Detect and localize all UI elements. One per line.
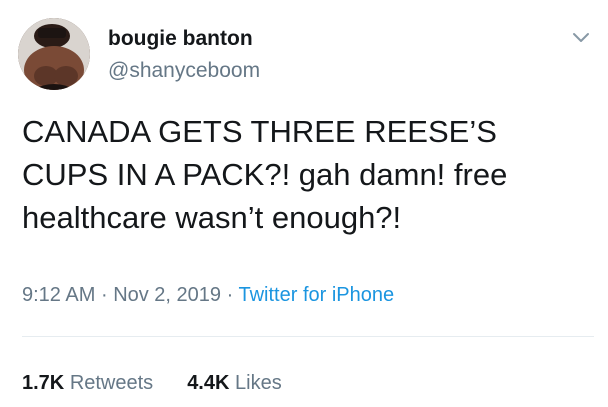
tweet-date[interactable]: Nov 2, 2019: [113, 284, 221, 306]
display-name[interactable]: bougie banton: [108, 26, 253, 52]
divider: [22, 336, 594, 337]
avatar[interactable]: [18, 18, 90, 90]
tweet-text: CANADA GETS THREE REESE’S CUPS IN A PACK…: [22, 114, 508, 235]
likes-label: Likes: [235, 372, 282, 394]
tweet-source-link[interactable]: Twitter for iPhone: [238, 284, 394, 306]
retweets-count: 1.7K: [22, 372, 65, 394]
meta-separator: ·: [100, 284, 108, 306]
tweet-card: bougie banton @shanyceboom CANADA GETS T…: [0, 0, 608, 407]
likes-stat[interactable]: 4.4K Likes: [187, 372, 282, 394]
tweet-stats: 1.7K Retweets 4.4K Likes: [22, 370, 282, 396]
avatar-photo: [18, 18, 90, 90]
user-handle[interactable]: @shanyceboom: [108, 58, 260, 84]
meta-separator: ·: [226, 284, 234, 306]
tweet-metadata: 9:12 AM · Nov 2, 2019 · Twitter for iPho…: [22, 282, 394, 308]
retweets-label: Retweets: [69, 372, 154, 394]
chevron-down-icon[interactable]: [570, 26, 592, 48]
tweet-time[interactable]: 9:12 AM: [22, 284, 95, 306]
retweets-stat[interactable]: 1.7K Retweets: [22, 372, 153, 394]
likes-count: 4.4K: [187, 372, 230, 394]
